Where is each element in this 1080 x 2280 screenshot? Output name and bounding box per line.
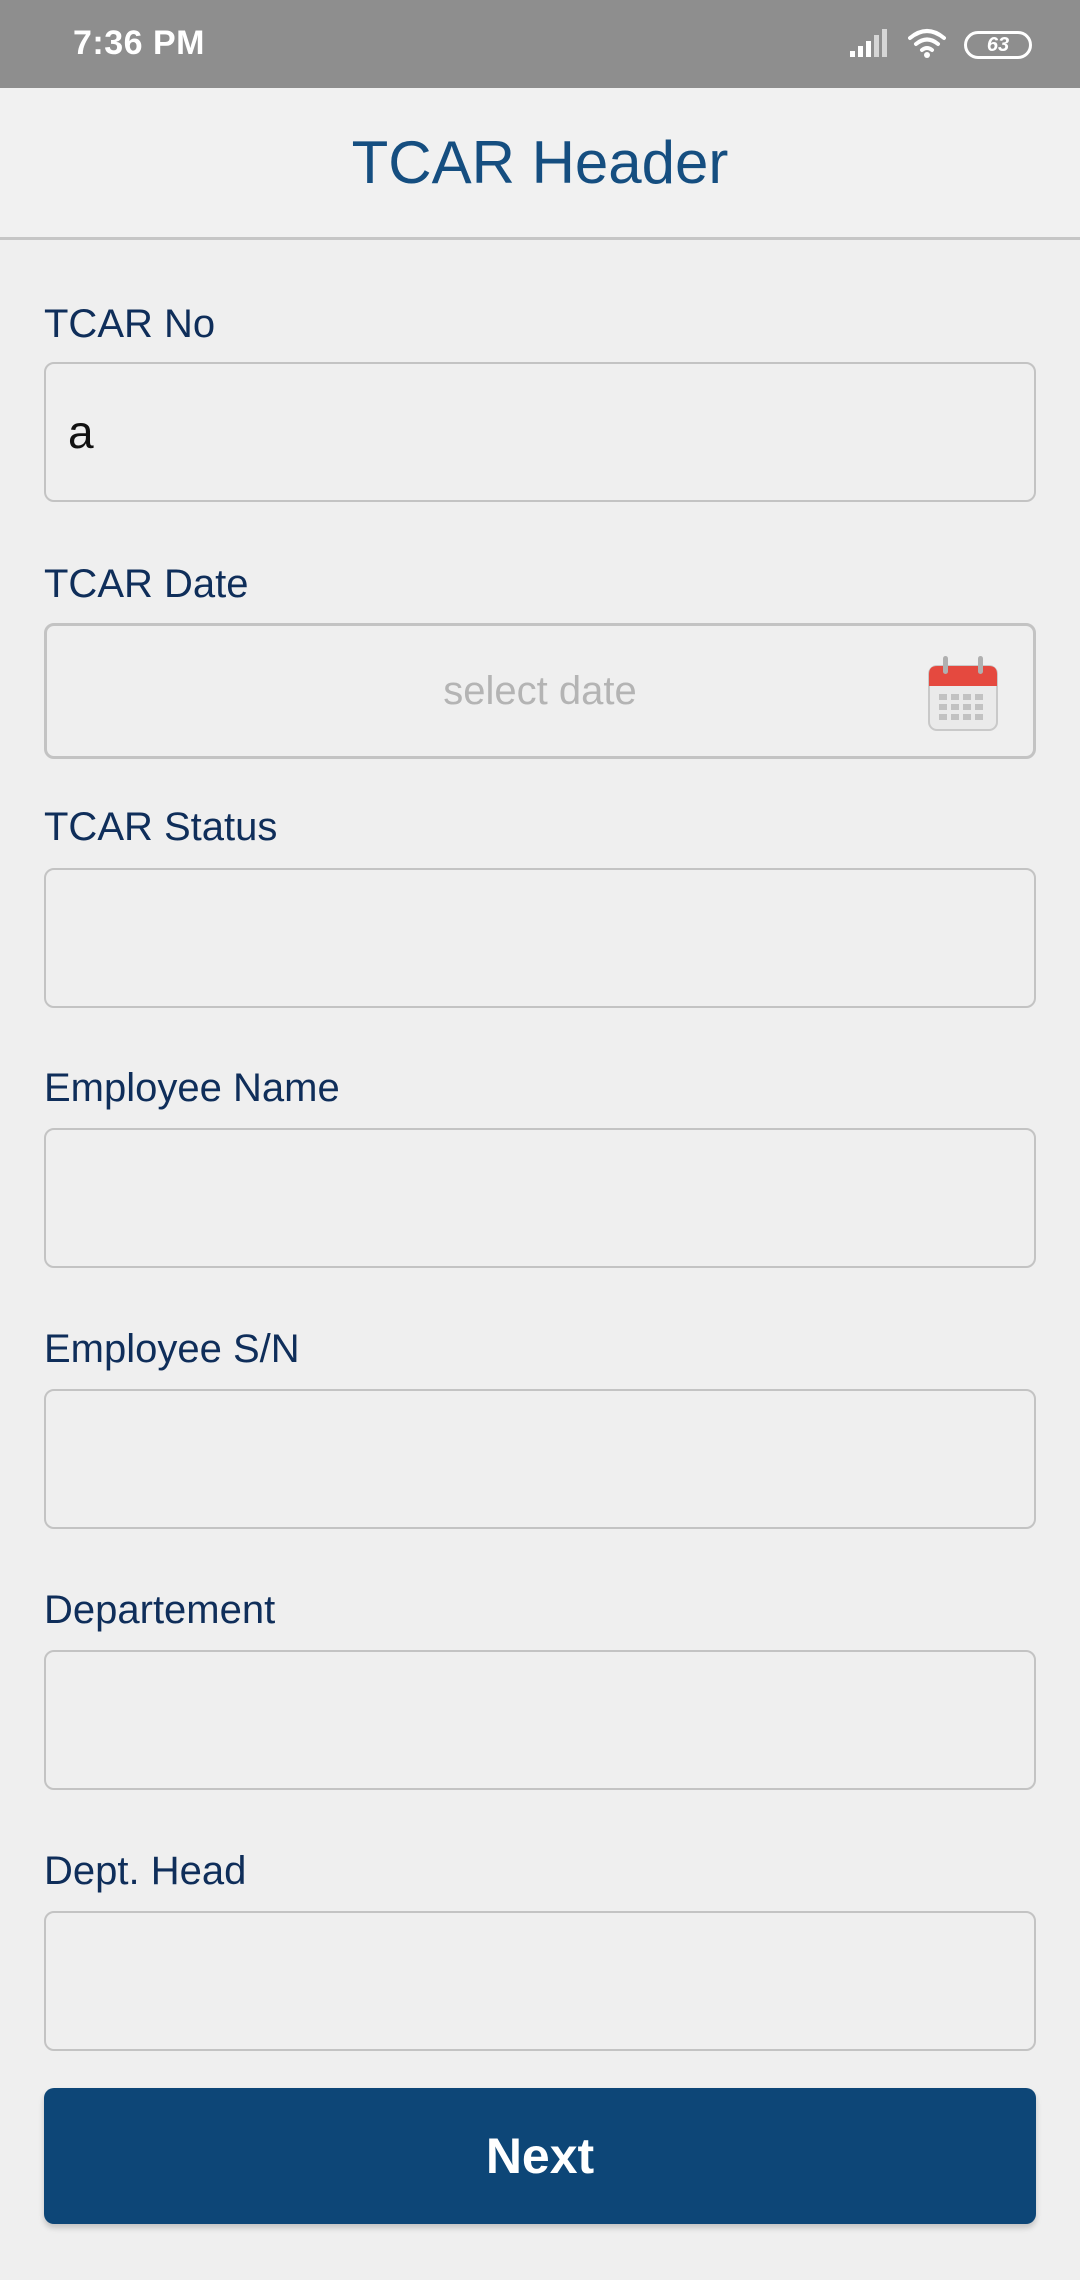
dept-head-label: Dept. Head	[44, 1849, 247, 1893]
page-title: TCAR Header	[351, 129, 729, 196]
tcar-date-picker[interactable]: select date	[44, 623, 1036, 759]
employee-sn-label: Employee S/N	[44, 1327, 300, 1371]
dept-head-field[interactable]	[44, 1911, 1036, 2051]
departement-label: Departement	[44, 1588, 276, 1632]
status-time: 7:36 PM	[73, 24, 205, 62]
employee-name-label: Employee Name	[44, 1066, 340, 1110]
battery-icon: 63	[964, 31, 1032, 59]
departement-input[interactable]	[46, 1652, 1034, 1788]
departement-field[interactable]	[44, 1650, 1036, 1790]
employee-name-field[interactable]	[44, 1128, 1036, 1268]
calendar-icon[interactable]	[927, 652, 999, 732]
employee-sn-input[interactable]	[46, 1391, 1034, 1527]
dept-head-input[interactable]	[46, 1913, 1034, 2049]
tcar-no-field[interactable]	[44, 362, 1036, 502]
tcar-no-label: TCAR No	[44, 302, 216, 346]
next-button[interactable]: Next	[44, 2088, 1036, 2224]
status-bar: 7:36 PM 63	[0, 0, 1080, 88]
tcar-date-label: TCAR Date	[44, 562, 249, 606]
employee-sn-field[interactable]	[44, 1389, 1036, 1529]
signal-icon	[850, 28, 890, 62]
tcar-date-placeholder: select date	[443, 668, 637, 713]
app-header: TCAR Header	[0, 88, 1080, 240]
tcar-status-field[interactable]	[44, 868, 1036, 1008]
tcar-status-label: TCAR Status	[44, 805, 278, 849]
tcar-no-input[interactable]	[46, 364, 1034, 500]
status-icons: 63	[850, 28, 1032, 62]
tcar-status-input[interactable]	[46, 870, 1034, 1006]
employee-name-input[interactable]	[46, 1130, 1034, 1266]
battery-level: 63	[986, 33, 1010, 56]
wifi-icon	[908, 28, 946, 63]
